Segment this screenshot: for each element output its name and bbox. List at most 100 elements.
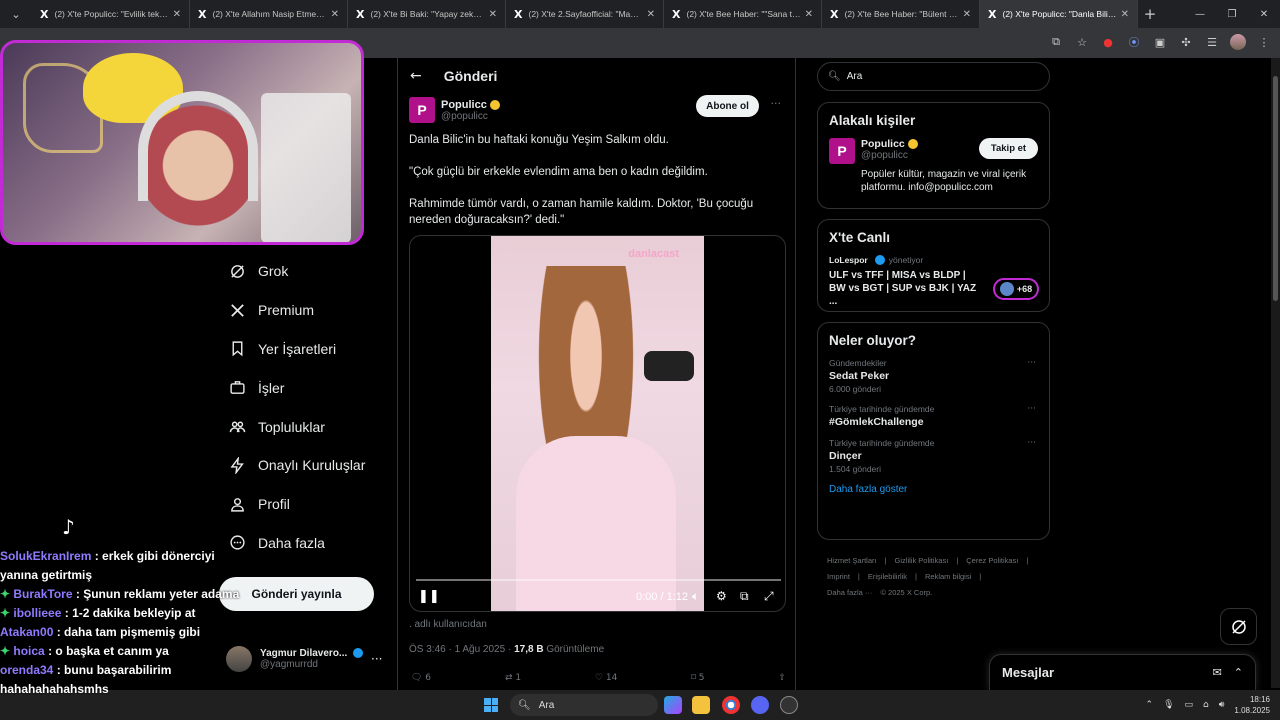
reply-button[interactable]: 🗨︎ 6 — [411, 673, 431, 683]
fullscreen-icon[interactable]: ⤢ — [764, 589, 774, 604]
back-arrow-icon[interactable]: ← — [410, 68, 422, 84]
video-progress-bar[interactable] — [416, 579, 781, 581]
close-tab-icon[interactable]: ✕ — [489, 9, 497, 20]
search-input[interactable]: 🔍︎ Ara — [817, 62, 1050, 91]
close-tab-icon[interactable]: ✕ — [647, 9, 655, 20]
more-icon[interactable]: ··· — [1027, 438, 1036, 448]
video-attribution[interactable]: . adlı kullanıcıdan — [409, 619, 487, 630]
bookmark-star-icon[interactable]: ☆ — [1074, 34, 1090, 50]
pip-icon[interactable]: ⧉ — [740, 589, 749, 604]
new-tab-button[interactable]: + — [1138, 5, 1162, 23]
chevron-up-icon[interactable]: ⌃ — [1146, 700, 1154, 710]
close-tab-icon[interactable]: ✕ — [1121, 9, 1129, 20]
windows-start-icon[interactable] — [484, 698, 498, 712]
extension-red-icon[interactable]: ● — [1100, 34, 1116, 50]
footer-link[interactable]: Hizmet Şartları — [827, 556, 877, 565]
author-name[interactable]: Populicc — [441, 99, 500, 111]
maximize-button[interactable]: ❐ — [1216, 9, 1248, 20]
new-message-icon[interactable]: ✉ — [1213, 666, 1222, 679]
post-header: ← Gönderi — [398, 58, 795, 94]
pause-icon[interactable]: ❚❚ — [418, 589, 440, 604]
display-icon[interactable]: ▭ — [1185, 700, 1194, 710]
chrome-icon[interactable] — [722, 696, 740, 714]
close-tab-icon[interactable]: ✕ — [963, 9, 971, 20]
close-window-button[interactable]: ✕ — [1248, 9, 1280, 20]
app-icon[interactable] — [780, 696, 798, 714]
grok-fab[interactable] — [1220, 608, 1257, 645]
tab-title: (2) X'te Bee Haber: ""Sana tatil — [686, 9, 801, 19]
discord-icon[interactable] — [751, 696, 769, 714]
microphone-icon[interactable]: 🎙︎ — [1163, 700, 1174, 710]
more-icon[interactable]: ··· — [371, 652, 382, 666]
chat-text: : o başka et canım ya — [48, 644, 169, 658]
close-tab-icon[interactable]: ✕ — [805, 9, 813, 20]
profile-avatar-icon[interactable] — [1230, 34, 1246, 50]
nav-item-premium[interactable]: Premium — [218, 291, 388, 330]
browser-tab[interactable]: X (2) X'te Bee Haber: ""Sana tatil ✕ — [664, 0, 822, 28]
footer-separator: | — [979, 572, 982, 581]
page-scrollbar[interactable] — [1271, 58, 1280, 688]
live-listeners-badge[interactable]: +68 — [993, 278, 1039, 300]
browser-tab[interactable]: X (2) X'te Allahım Nasip Etme: "Va ✕ — [190, 0, 348, 28]
reading-list-icon[interactable]: ☰ — [1204, 34, 1220, 50]
author-handle[interactable]: @populicc — [441, 111, 500, 122]
like-button[interactable]: ♡ 14 — [595, 673, 617, 683]
trend-item[interactable]: Türkiye tarihinde gündemde #GömlekChallen… — [829, 404, 1038, 428]
repost-button[interactable]: ⇄ 1 — [505, 673, 521, 683]
taskbar-clock[interactable]: 18:16 1.08.2025 — [1234, 694, 1270, 716]
chat-text: : daha tam pişmemiş gibi — [56, 625, 201, 639]
cast-icon[interactable]: ⧉ — [1048, 34, 1064, 50]
expand-icon[interactable]: ⌃ — [1234, 666, 1243, 679]
video-player[interactable]: danlacast ❚❚ 0:00 / 1:12 🔈︎ ⚙ ⧉ ⤢ — [409, 235, 786, 612]
author-logo[interactable]: P — [409, 97, 435, 123]
minimize-button[interactable]: — — [1184, 9, 1216, 20]
browser-tab[interactable]: X (2) X'te Populicc: "Evlilik teklifi a ✕ — [32, 0, 190, 28]
more-icon[interactable]: ··· — [1027, 404, 1036, 414]
nav-item-topluluklar[interactable]: Topluluklar — [218, 407, 388, 446]
nav-item-yer-i-aretleri[interactable]: Yer İşaretleri — [218, 330, 388, 369]
bookmark-button[interactable]: ⌑ 5 — [691, 673, 704, 683]
browser-tab[interactable]: X (2) X'te Populicc: "Danla Bilic'in ✕ — [980, 0, 1138, 28]
network-icon[interactable]: ⌂ — [1203, 700, 1209, 710]
footer-link[interactable]: Erişilebilirlik — [868, 572, 907, 581]
messages-drawer[interactable]: Mesajlar ✉ ⌃ — [989, 654, 1256, 690]
footer-link[interactable]: Çerez Politikası — [966, 556, 1018, 565]
close-tab-icon[interactable]: ✕ — [331, 9, 339, 20]
post-paragraph: "Çok güçlü bir erkekle evlendim ama ben … — [409, 166, 708, 178]
footer-link[interactable]: Imprint — [827, 572, 850, 581]
subscribe-button[interactable]: Abone ol — [696, 95, 759, 117]
nav-item-onayl-kurulu-lar[interactable]: Onaylı Kuruluşlar — [218, 446, 388, 485]
close-tab-icon[interactable]: ✕ — [173, 9, 181, 20]
browser-tab[interactable]: X (2) X'te Bi Baki: "Yapay zeka ile ✕ — [348, 0, 506, 28]
file-explorer-icon[interactable] — [692, 696, 710, 714]
browser-tab[interactable]: X (2) X'te 2.Sayfaofficial: "Maskel ✕ — [506, 0, 664, 28]
post-more-icon[interactable]: ··· — [771, 97, 782, 110]
volume-icon[interactable]: 🔈︎ — [692, 589, 699, 604]
tab-search-button[interactable]: ⌄ — [4, 4, 28, 24]
share-icon[interactable]: ⇧ — [778, 673, 786, 683]
footer-link[interactable]: Daha fazla ··· — [827, 588, 872, 597]
scrollbar-thumb[interactable] — [1273, 76, 1278, 301]
nav-item-i-ler[interactable]: İşler — [218, 368, 388, 407]
volume-icon[interactable]: 🔊︎ — [1219, 700, 1225, 710]
footer-link[interactable]: Reklam bilgisi — [925, 572, 971, 581]
related-person[interactable]: P Populicc @populicc Takip et — [829, 138, 1038, 164]
show-more-link[interactable]: Daha fazla göster — [829, 484, 1038, 495]
footer-link[interactable]: Gizlilik Politikası — [895, 556, 949, 565]
copilot-icon[interactable] — [664, 696, 682, 714]
trend-item[interactable]: Gündemdekiler Sedat Peker 6.000 gönderi ··· — [829, 358, 1038, 394]
follow-button[interactable]: Takip et — [979, 138, 1038, 159]
browser-menu-icon[interactable]: ⋮ — [1256, 34, 1272, 50]
extension-wave-icon[interactable]: ⦿ — [1126, 34, 1142, 50]
nav-item-grok[interactable]: Grok — [218, 252, 388, 291]
chat-message: Atakan00 : daha tam pişmemiş gibi — [0, 623, 260, 642]
extensions-puzzle-icon[interactable]: ✣ — [1178, 34, 1194, 50]
more-icon[interactable]: ··· — [1027, 358, 1036, 368]
taskbar-search[interactable]: 🔍︎ Ara — [510, 694, 658, 716]
live-stream-title[interactable]: ULF vs TFF | MISA vs BLDP | BW vs BGT | … — [829, 269, 979, 308]
settings-gear-icon[interactable]: ⚙ — [716, 589, 727, 603]
footer-link[interactable]: © 2025 X Corp. — [880, 588, 932, 597]
browser-tab[interactable]: X (2) X'te Bee Haber: "Bülent Ers ✕ — [822, 0, 980, 28]
trend-item[interactable]: Türkiye tarihinde gündemde Dinçer 1.504 gö… — [829, 438, 1038, 474]
extension-square-icon[interactable]: ▣ — [1152, 34, 1168, 50]
